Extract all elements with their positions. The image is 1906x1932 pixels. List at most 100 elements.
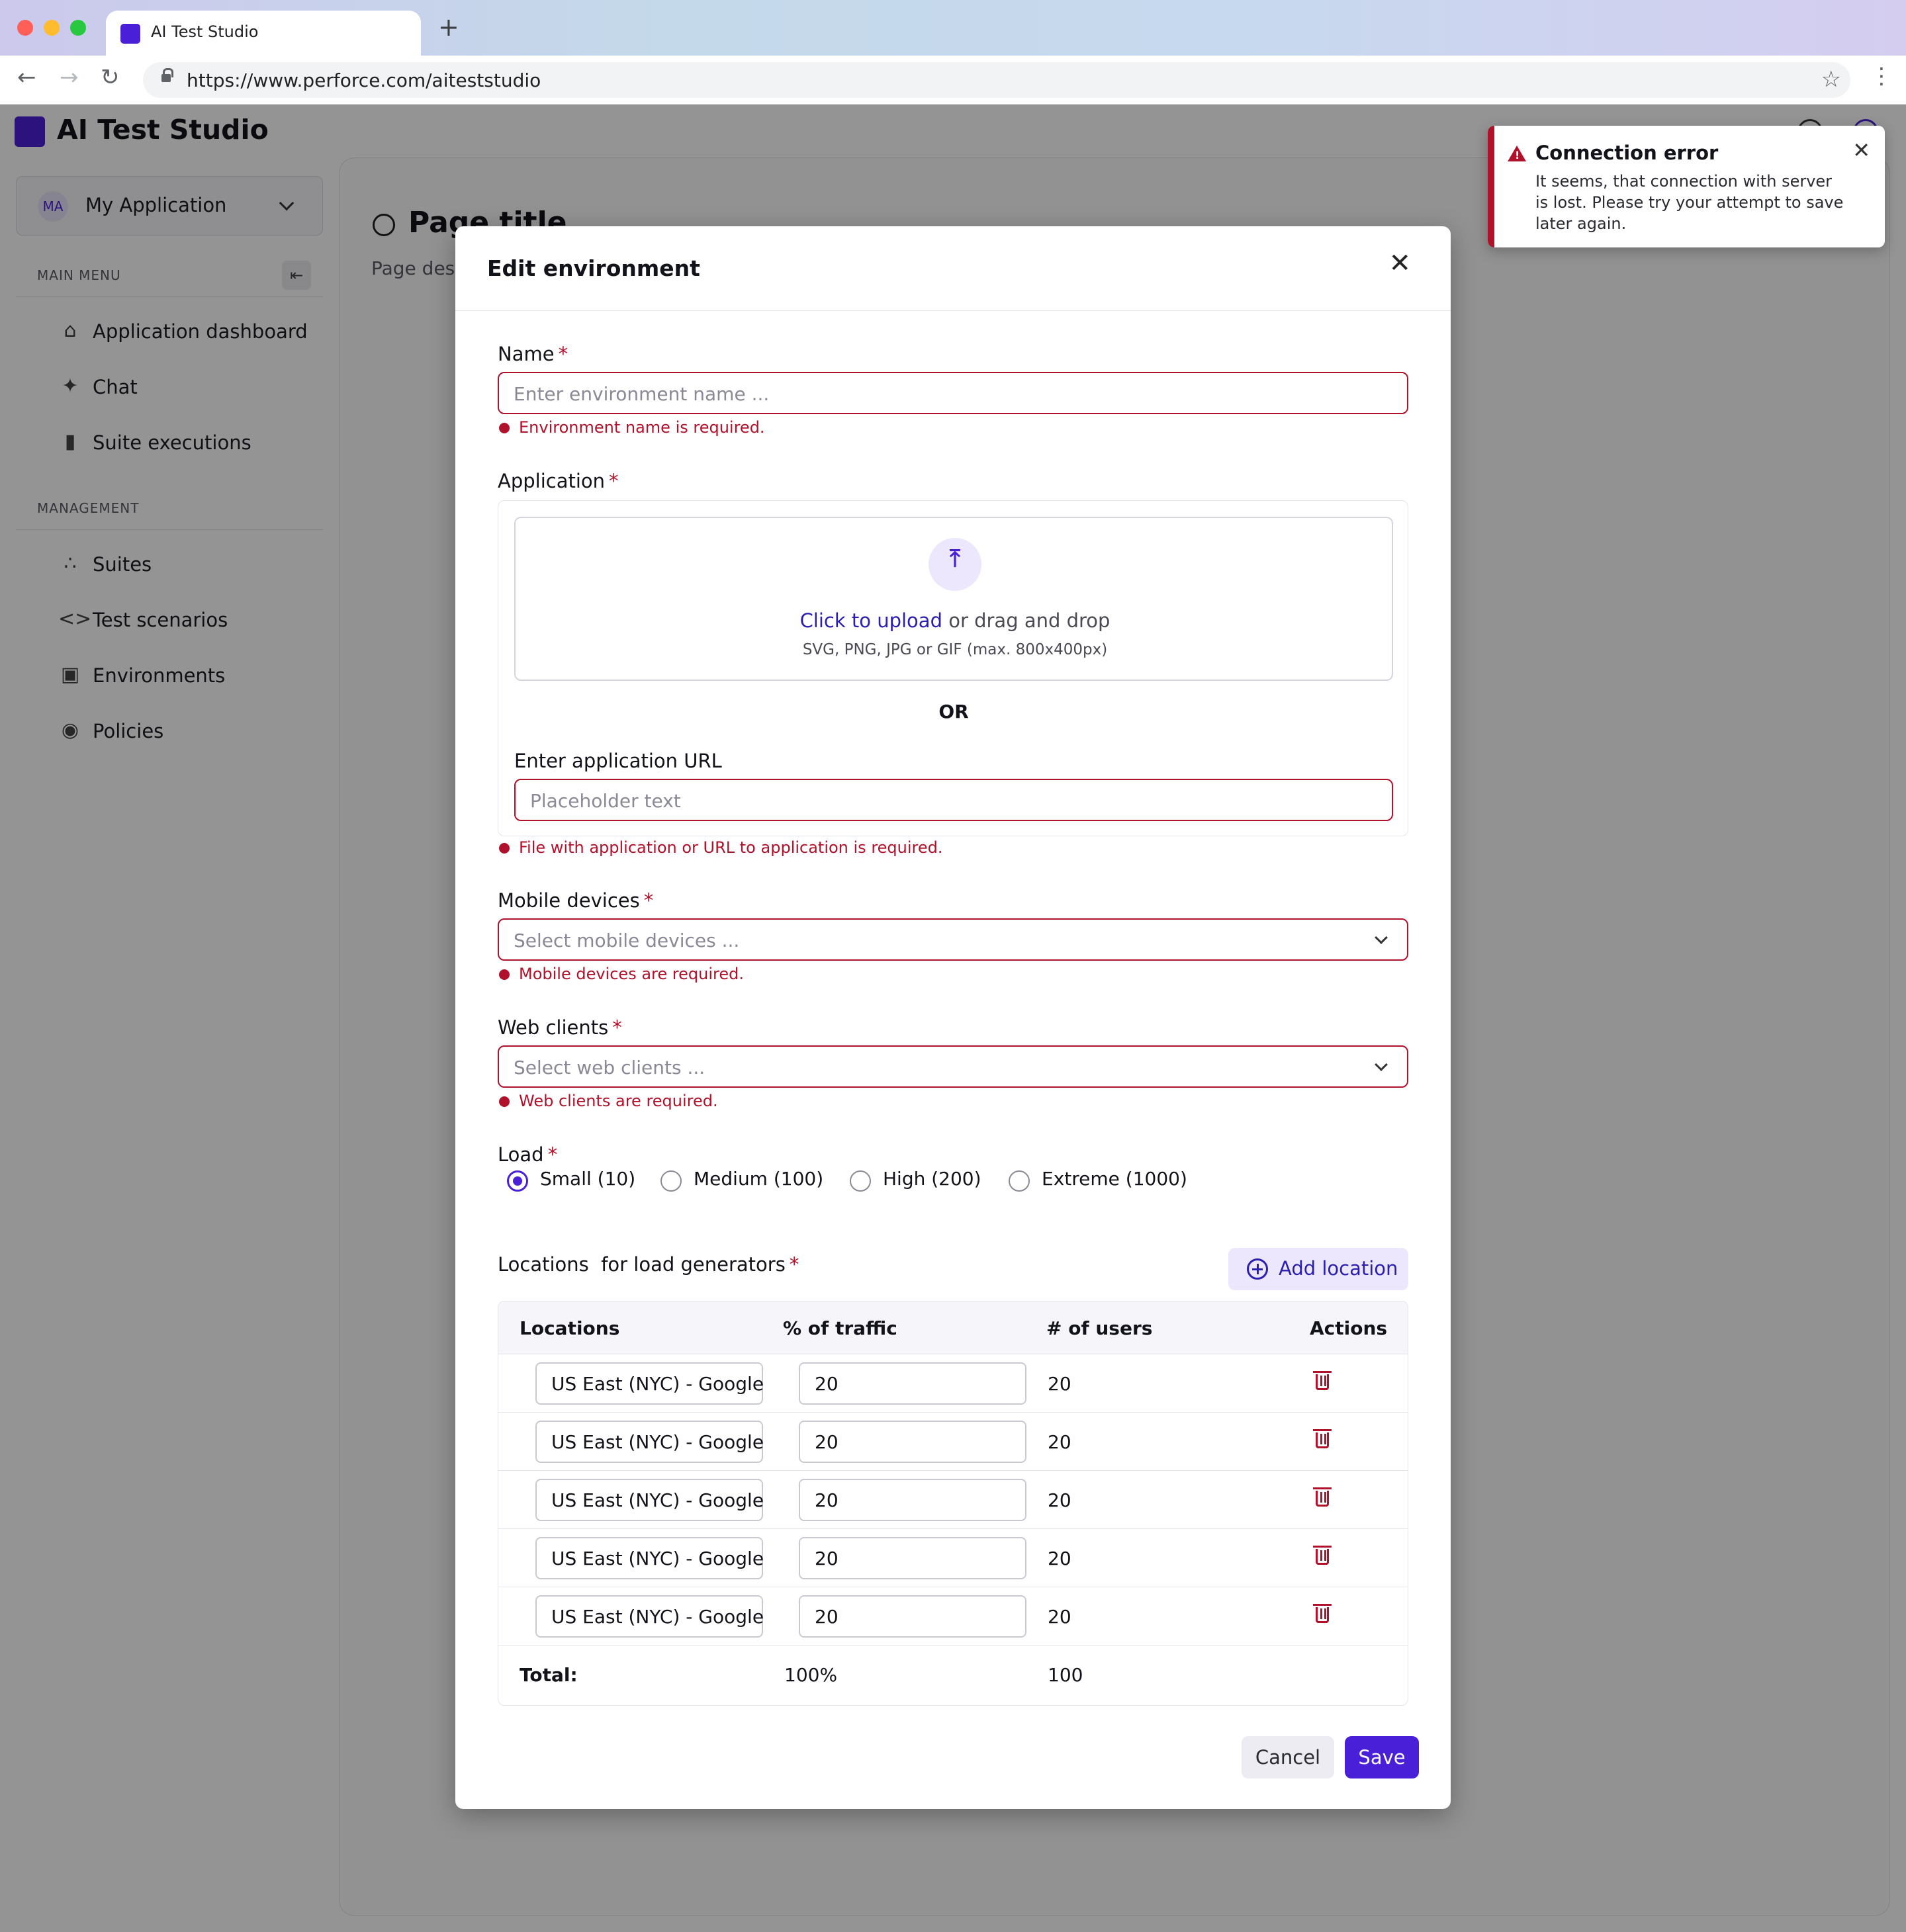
radio-medium[interactable] bbox=[660, 1170, 682, 1192]
trash-icon[interactable] bbox=[1313, 1429, 1332, 1448]
reload-icon[interactable]: ↻ bbox=[101, 66, 120, 89]
users-value: 20 bbox=[1048, 1548, 1071, 1569]
radio-high[interactable] bbox=[850, 1170, 871, 1192]
minimize-window-button[interactable] bbox=[44, 20, 60, 36]
mobile-devices-label: Mobile devices * bbox=[498, 889, 654, 912]
users-value: 20 bbox=[1048, 1431, 1071, 1453]
table-total-row: Total: 100% 100 bbox=[498, 1646, 1408, 1705]
web-clients-label: Web clients * bbox=[498, 1016, 622, 1039]
radio-medium-label[interactable]: Medium (100) bbox=[694, 1168, 823, 1190]
radio-extreme[interactable] bbox=[1009, 1170, 1030, 1192]
error-dot-icon bbox=[499, 969, 510, 980]
table-row: US East (NYC) - Google 20 20 bbox=[498, 1471, 1408, 1529]
location-select[interactable]: US East (NYC) - Google bbox=[535, 1421, 764, 1463]
trash-icon[interactable] bbox=[1313, 1604, 1332, 1623]
location-select[interactable]: US East (NYC) - Google bbox=[535, 1362, 764, 1405]
column-header: % of traffic bbox=[783, 1317, 897, 1339]
or-separator: OR bbox=[938, 701, 969, 723]
radio-extreme-label[interactable]: Extreme (1000) bbox=[1042, 1168, 1187, 1190]
column-header: # of users bbox=[1046, 1317, 1153, 1339]
column-header: Actions bbox=[1310, 1317, 1388, 1339]
mobile-devices-select[interactable]: Select mobile devices ... bbox=[498, 918, 1408, 961]
environment-name-input[interactable]: Enter environment name ... bbox=[498, 372, 1408, 414]
name-label: Name * bbox=[498, 343, 568, 365]
table-header: Locations % of traffic # of users Action… bbox=[498, 1301, 1408, 1354]
back-arrow-icon[interactable]: ← bbox=[17, 66, 36, 89]
radio-small-label[interactable]: Small (10) bbox=[540, 1168, 635, 1190]
upload-hint: SVG, PNG, JPG or GIF (max. 800x400px) bbox=[802, 641, 1108, 658]
select-placeholder: Select mobile devices ... bbox=[514, 930, 740, 951]
url-text: https://www.perforce.com/aiteststudio bbox=[187, 69, 541, 91]
chevron-down-icon bbox=[1375, 931, 1388, 944]
error-dot-icon bbox=[499, 843, 510, 854]
upload-dropzone[interactable]: ⤒ Click to upload or drag and drop SVG, … bbox=[514, 517, 1393, 681]
web-clients-select[interactable]: Select web clients ... bbox=[498, 1045, 1408, 1088]
traffic-input[interactable]: 20 bbox=[799, 1595, 1026, 1638]
browser-menu-icon[interactable]: ⋮ bbox=[1870, 65, 1893, 87]
location-select[interactable]: US East (NYC) - Google bbox=[535, 1479, 764, 1521]
browser-toolbar: ← → ↻ https://www.perforce.com/aiteststu… bbox=[0, 56, 1906, 105]
dialog-header: Edit environment ✕ bbox=[455, 226, 1451, 311]
click-to-upload-link[interactable]: Click to upload bbox=[800, 609, 942, 632]
close-window-button[interactable] bbox=[17, 20, 33, 36]
application-error: File with application or URL to applicat… bbox=[499, 838, 943, 857]
trash-icon[interactable] bbox=[1313, 1371, 1332, 1390]
application-url-label: Enter application URL bbox=[514, 750, 722, 772]
traffic-input[interactable]: 20 bbox=[799, 1362, 1026, 1405]
name-error: Environment name is required. bbox=[499, 418, 765, 437]
toast-accent-bar bbox=[1488, 126, 1494, 247]
lock-icon bbox=[161, 68, 173, 82]
tab-title: AI Test Studio bbox=[151, 22, 259, 41]
add-location-button[interactable]: Add location bbox=[1228, 1248, 1408, 1290]
close-icon[interactable]: ✕ bbox=[1852, 138, 1870, 163]
browser-tab[interactable]: AI Test Studio bbox=[106, 11, 421, 56]
table-row: US East (NYC) - Google 20 20 bbox=[498, 1413, 1408, 1471]
users-value: 20 bbox=[1048, 1373, 1071, 1395]
zoom-window-button[interactable] bbox=[70, 20, 86, 36]
plus-circle-icon bbox=[1247, 1258, 1268, 1280]
new-tab-button[interactable]: + bbox=[438, 15, 459, 40]
mobile-devices-error: Mobile devices are required. bbox=[499, 965, 744, 983]
traffic-input[interactable]: 20 bbox=[799, 1537, 1026, 1579]
users-value: 20 bbox=[1048, 1606, 1071, 1628]
forward-arrow-icon[interactable]: → bbox=[60, 66, 79, 89]
toast-title: Connection error bbox=[1535, 142, 1719, 164]
toast-message: It seems, that connection with server is… bbox=[1535, 172, 1844, 233]
save-button[interactable]: Save bbox=[1345, 1736, 1419, 1778]
add-location-label: Add location bbox=[1279, 1257, 1398, 1280]
total-traffic: 100% bbox=[784, 1664, 838, 1686]
application-url-input[interactable]: Placeholder text bbox=[514, 779, 1393, 821]
dialog-title: Edit environment bbox=[487, 255, 700, 281]
traffic-input[interactable]: 20 bbox=[799, 1479, 1026, 1521]
application-field: ⤒ Click to upload or drag and drop SVG, … bbox=[498, 500, 1408, 836]
input-placeholder: Placeholder text bbox=[530, 790, 681, 812]
select-placeholder: Select web clients ... bbox=[514, 1057, 705, 1078]
location-select[interactable]: US East (NYC) - Google bbox=[535, 1595, 764, 1638]
browser-tab-strip: AI Test Studio + bbox=[0, 0, 1906, 56]
address-bar[interactable]: https://www.perforce.com/aiteststudio ☆ bbox=[143, 62, 1850, 98]
chevron-down-icon bbox=[1375, 1058, 1388, 1071]
radio-high-label[interactable]: High (200) bbox=[883, 1168, 981, 1190]
edit-environment-dialog: Edit environment ✕ Name * Enter environme… bbox=[455, 226, 1451, 1809]
input-placeholder: Enter environment name ... bbox=[514, 383, 770, 405]
favicon-icon bbox=[120, 24, 140, 44]
close-icon[interactable]: ✕ bbox=[1388, 250, 1411, 277]
load-label: Load * bbox=[498, 1143, 558, 1166]
trash-icon[interactable] bbox=[1313, 1487, 1332, 1507]
web-clients-error: Web clients are required. bbox=[499, 1092, 718, 1110]
location-select[interactable]: US East (NYC) - Google bbox=[535, 1537, 764, 1579]
cancel-button[interactable]: Cancel bbox=[1242, 1736, 1334, 1778]
column-header: Locations bbox=[520, 1317, 620, 1339]
bookmark-star-icon[interactable]: ☆ bbox=[1821, 66, 1841, 93]
error-dot-icon bbox=[499, 1096, 510, 1107]
table-row: US East (NYC) - Google 20 20 bbox=[498, 1587, 1408, 1646]
locations-label: Locations for load generators * bbox=[498, 1253, 799, 1276]
upload-instructions: Click to upload or drag and drop bbox=[799, 609, 1111, 632]
trash-icon[interactable] bbox=[1313, 1546, 1332, 1565]
total-users: 100 bbox=[1048, 1664, 1083, 1686]
radio-small[interactable] bbox=[507, 1170, 528, 1192]
table-row: US East (NYC) - Google 20 20 bbox=[498, 1354, 1408, 1413]
application-label: Application * bbox=[498, 470, 619, 492]
total-label: Total: bbox=[520, 1664, 578, 1686]
traffic-input[interactable]: 20 bbox=[799, 1421, 1026, 1463]
